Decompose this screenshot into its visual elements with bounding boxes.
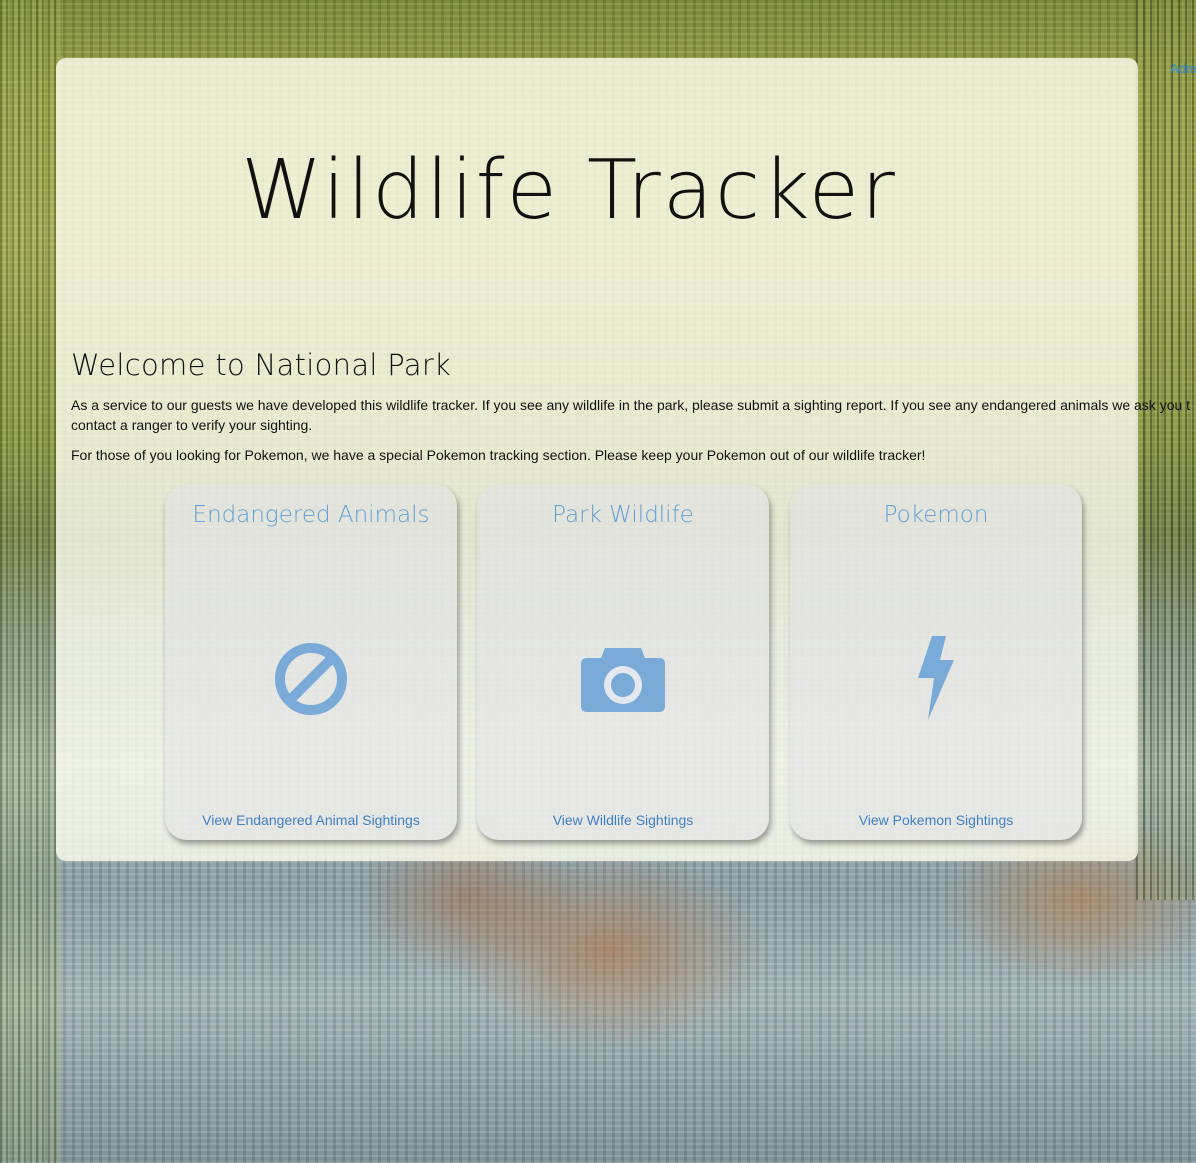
welcome-heading: Welcome to National Park	[71, 348, 452, 382]
card-pokemon: Pokemon View Pokemon Sightings	[790, 484, 1082, 840]
lightning-bolt-icon	[888, 634, 984, 724]
view-endangered-sightings-link[interactable]: View Endangered Animal Sightings	[165, 812, 457, 828]
card-title: Pokemon	[883, 502, 989, 528]
card-title: Park Wildlife	[552, 502, 694, 528]
page-title: Wildlife Tracker	[241, 143, 897, 238]
ban-icon	[263, 634, 359, 724]
camera-icon	[575, 634, 671, 724]
background-reeds-right	[1136, 0, 1196, 900]
intro-paragraph: As a service to our guests we have devel…	[71, 397, 1191, 433]
pokemon-note-paragraph: For those of you looking for Pokemon, we…	[71, 447, 926, 463]
view-wildlife-sightings-link[interactable]: View Wildlife Sightings	[477, 812, 769, 828]
view-pokemon-sightings-link[interactable]: View Pokemon Sightings	[790, 812, 1082, 828]
card-endangered-animals: Endangered Animals View Endangered Anima…	[165, 484, 457, 840]
admin-link[interactable]: Adm	[1170, 61, 1196, 76]
card-title: Endangered Animals	[192, 502, 430, 528]
card-park-wildlife: Park Wildlife View Wildlife Sightings	[477, 484, 769, 840]
